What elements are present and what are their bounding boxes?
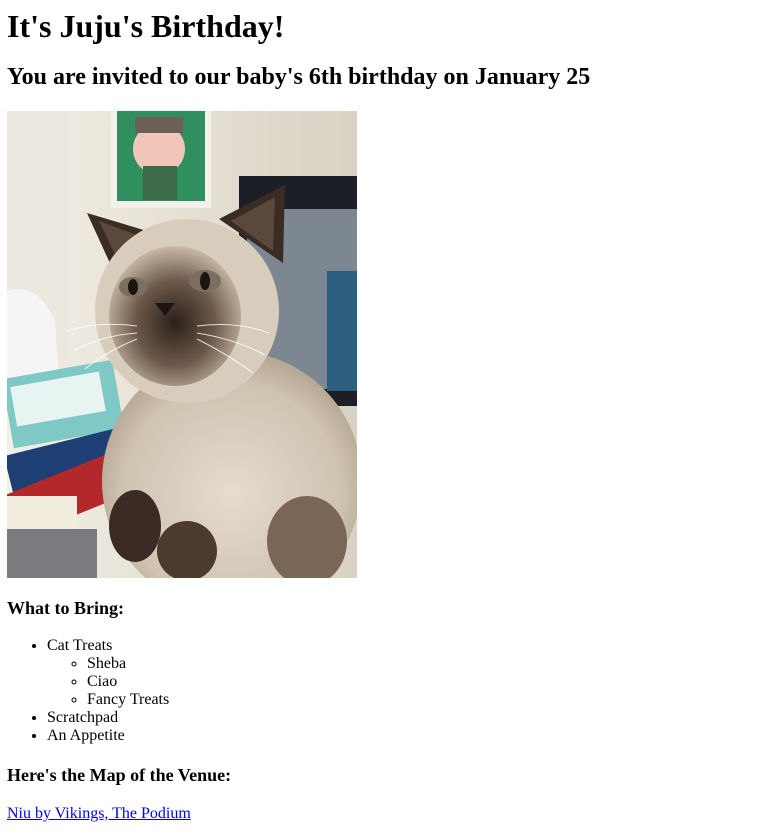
cat-face [109,246,241,386]
list-item: Cat Treats Sheba Ciao Fancy Treats [47,637,169,709]
venue-heading: Here's the Map of the Venue: [7,765,232,785]
page-subtitle: You are invited to our baby's 6th birthd… [7,64,591,90]
list-item-label: Cat Treats [47,637,113,654]
page-title: It's Juju's Birthday! [7,8,285,44]
cat-photo [7,111,357,578]
sub-list-item: Sheba [87,655,169,673]
list-item: An Appetite [47,727,169,745]
treats-sublist: Sheba Ciao Fancy Treats [47,655,169,709]
bring-list: Cat Treats Sheba Ciao Fancy Treats Scrat… [7,637,169,745]
list-item: Scratchpad [47,709,169,727]
venue-link[interactable]: Niu by Vikings, The Podium [7,804,191,824]
bring-heading: What to Bring: [7,598,124,618]
cat-paw [109,490,161,562]
sub-list-item: Fancy Treats [87,691,169,709]
sub-list-item: Ciao [87,673,169,691]
